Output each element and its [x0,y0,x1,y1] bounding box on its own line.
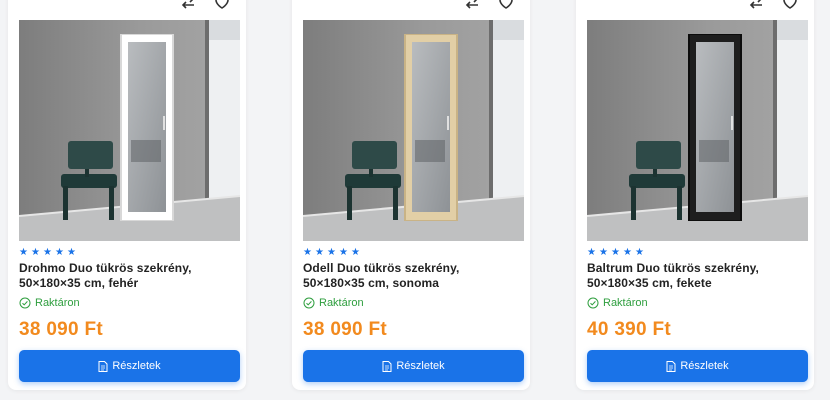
star-icon: ★ [303,247,312,258]
star-icon: ★ [31,247,40,258]
document-icon [382,360,392,372]
star-icon: ★ [623,247,632,258]
star-icon: ★ [315,247,324,258]
rating-stars: ★ ★ ★ ★ ★ [19,248,77,258]
compare-arrows-icon[interactable] [748,0,764,10]
product-grid: ★ ★ ★ ★ ★ Drohmo Duo tükrös szekrény, 50… [0,0,830,400]
card-actions [464,0,514,10]
heart-icon[interactable] [782,0,798,10]
star-icon: ★ [635,247,644,258]
star-icon: ★ [19,247,28,258]
star-icon: ★ [611,247,620,258]
product-title[interactable]: Drohmo Duo tükrös szekrény, 50×180×35 cm… [19,261,234,291]
star-icon: ★ [327,247,336,258]
stock-status: Raktáron [587,297,648,309]
product-card[interactable]: ★ ★ ★ ★ ★ Odell Duo tükrös szekrény, 50×… [292,0,530,390]
product-card[interactable]: ★ ★ ★ ★ ★ Drohmo Duo tükrös szekrény, 50… [8,0,246,390]
details-button[interactable]: Részletek [303,350,524,382]
check-circle-icon [303,297,315,309]
rating-stars: ★ ★ ★ ★ ★ [587,248,645,258]
details-button-label: Részletek [112,360,161,372]
card-actions [180,0,230,10]
star-icon: ★ [339,247,348,258]
stock-label: Raktáron [603,297,648,309]
document-icon [98,360,108,372]
star-icon: ★ [67,247,76,258]
check-circle-icon [587,297,599,309]
product-title[interactable]: Baltrum Duo tükrös szekrény, 50×180×35 c… [587,261,802,291]
compare-arrows-icon[interactable] [180,0,196,10]
compare-arrows-icon[interactable] [464,0,480,10]
details-button-label: Részletek [396,360,445,372]
card-actions [748,0,798,10]
stock-status: Raktáron [19,297,80,309]
star-icon: ★ [599,247,608,258]
details-button-label: Részletek [680,360,729,372]
stock-label: Raktáron [319,297,364,309]
product-title[interactable]: Odell Duo tükrös szekrény, 50×180×35 cm,… [303,261,518,291]
details-button[interactable]: Részletek [19,350,240,382]
product-price: 38 090 Ft [19,319,104,340]
star-icon: ★ [587,247,596,258]
heart-icon[interactable] [214,0,230,10]
product-card[interactable]: ★ ★ ★ ★ ★ Baltrum Duo tükrös szekrény, 5… [576,0,814,390]
product-image[interactable] [587,20,808,241]
heart-icon[interactable] [498,0,514,10]
document-icon [666,360,676,372]
check-circle-icon [19,297,31,309]
star-icon: ★ [55,247,64,258]
stock-label: Raktáron [35,297,80,309]
stock-status: Raktáron [303,297,364,309]
star-icon: ★ [351,247,360,258]
rating-stars: ★ ★ ★ ★ ★ [303,248,361,258]
product-price: 40 390 Ft [587,319,672,340]
product-image[interactable] [303,20,524,241]
product-image[interactable] [19,20,240,241]
star-icon: ★ [43,247,52,258]
product-price: 38 090 Ft [303,319,388,340]
details-button[interactable]: Részletek [587,350,808,382]
